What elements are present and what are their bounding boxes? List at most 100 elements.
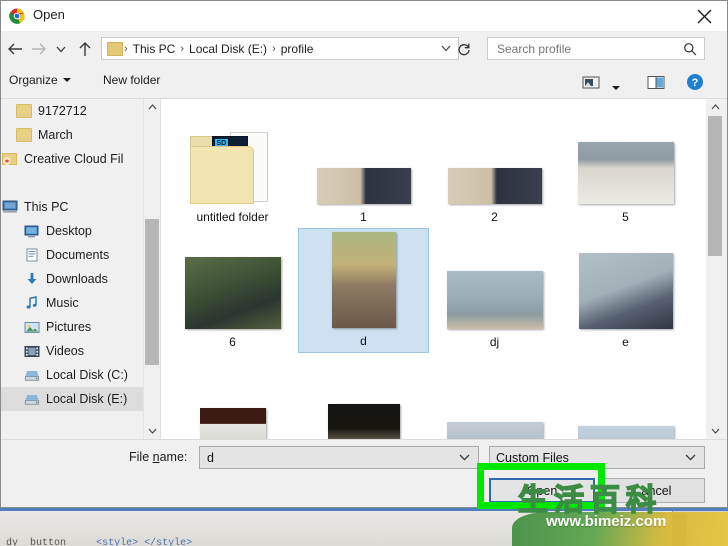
cancel-button[interactable]: Cancel bbox=[599, 478, 705, 503]
new-folder-button[interactable]: New folder bbox=[103, 73, 160, 87]
drive-icon bbox=[23, 367, 41, 383]
file-name-label: File name: bbox=[129, 450, 188, 464]
drive-icon bbox=[23, 391, 41, 407]
file-tile-label: 6 bbox=[229, 335, 236, 349]
breadcrumb[interactable]: › This PC › Local Disk (E:) › profile bbox=[101, 37, 459, 60]
refresh-icon[interactable] bbox=[453, 38, 475, 59]
cancel-button-label: Cancel bbox=[632, 483, 672, 498]
recent-locations-chevron-down-icon[interactable] bbox=[51, 39, 71, 59]
chevron-down-icon[interactable] bbox=[685, 454, 696, 461]
scroll-down-icon[interactable] bbox=[144, 423, 160, 439]
search-input[interactable] bbox=[495, 40, 677, 57]
file-tile-label: 5 bbox=[622, 210, 629, 224]
file-tile-d[interactable]: d bbox=[298, 228, 429, 353]
file-tile-1[interactable]: 1 bbox=[298, 103, 429, 228]
breadcrumb-item-profile[interactable]: profile bbox=[277, 42, 318, 56]
breadcrumb-item-this-pc[interactable]: This PC bbox=[129, 42, 180, 56]
file-name-input[interactable] bbox=[205, 449, 455, 466]
sidebar-item-music[interactable]: Music bbox=[1, 291, 143, 315]
help-icon[interactable]: ? bbox=[685, 72, 705, 92]
file-type-filter-combo[interactable]: Custom Files bbox=[489, 446, 705, 469]
thumbnail-wrap: SDPs bbox=[189, 110, 276, 204]
navigation-pane-scrollbar[interactable] bbox=[143, 99, 160, 439]
sidebar-item-label: 9172712 bbox=[38, 104, 87, 118]
sidebar-item-label: March bbox=[38, 128, 73, 142]
dialog-body: 9172712 March Creative Cloud Fil This PC… bbox=[1, 99, 727, 439]
background-code-text: dy button <style> </style> bbox=[6, 538, 193, 546]
background-editor-pane: dy button <style> </style> bbox=[0, 511, 673, 546]
file-tile-label: 2 bbox=[491, 210, 498, 224]
sidebar-item-local-disk-e[interactable]: Local Disk (E:) bbox=[1, 387, 143, 411]
sidebar-item-desktop[interactable]: Desktop bbox=[1, 219, 143, 243]
sidebar-item-label: Pictures bbox=[46, 320, 92, 334]
sidebar-item-label: Music bbox=[46, 296, 79, 310]
file-tile-dj[interactable]: dj bbox=[429, 228, 560, 353]
pictures-icon bbox=[23, 319, 41, 335]
documents-icon bbox=[23, 247, 41, 263]
folder-with-photoshop-file-icon: SDPs bbox=[189, 130, 276, 204]
scroll-thumb[interactable] bbox=[145, 219, 159, 365]
downloads-icon bbox=[23, 271, 41, 287]
search-box[interactable] bbox=[487, 37, 705, 60]
sidebar-item-label: Local Disk (C:) bbox=[46, 368, 128, 382]
file-tile-label: e bbox=[622, 335, 629, 349]
scroll-up-icon[interactable] bbox=[707, 99, 723, 115]
sidebar-item-march[interactable]: March bbox=[1, 123, 143, 147]
file-tile-label: d bbox=[360, 334, 367, 348]
window-title: Open bbox=[33, 7, 65, 22]
file-list-scrollbar[interactable] bbox=[707, 99, 723, 439]
file-tile-row3-c[interactable] bbox=[429, 353, 560, 439]
file-tile-6[interactable]: 6 bbox=[167, 228, 298, 353]
file-tile-5[interactable]: 5 bbox=[560, 103, 691, 228]
scroll-down-icon[interactable] bbox=[707, 423, 723, 439]
file-tile-label: untitled folder bbox=[196, 210, 269, 224]
thumbnail-wrap bbox=[184, 235, 281, 329]
file-tile-row3-b[interactable] bbox=[298, 353, 429, 439]
organize-button[interactable]: Organize bbox=[9, 73, 71, 87]
image-thumbnail bbox=[577, 142, 674, 204]
thumbnail-wrap bbox=[447, 110, 542, 204]
chevron-down-icon bbox=[62, 78, 71, 82]
chevron-down-icon[interactable] bbox=[459, 454, 470, 461]
image-thumbnail bbox=[446, 271, 543, 329]
sidebar-item-9172712[interactable]: 9172712 bbox=[1, 99, 143, 123]
view-options-chevron-down-icon[interactable] bbox=[606, 78, 626, 98]
image-thumbnail bbox=[184, 257, 281, 329]
file-tile-e[interactable]: e bbox=[560, 228, 691, 353]
file-tile-2[interactable]: 2 bbox=[429, 103, 560, 228]
sidebar-item-documents[interactable]: Documents bbox=[1, 243, 143, 267]
file-name-combo[interactable] bbox=[199, 446, 479, 469]
preview-pane-icon[interactable] bbox=[646, 72, 666, 92]
open-button[interactable]: Open bbox=[489, 478, 595, 503]
folder-icon bbox=[15, 127, 33, 143]
scroll-up-icon[interactable] bbox=[144, 99, 160, 115]
breadcrumb-item-local-disk-e[interactable]: Local Disk (E:) bbox=[185, 42, 271, 56]
file-list-pane[interactable]: SDPs untitled folder 1 bbox=[161, 99, 706, 439]
sidebar-item-downloads[interactable]: Downloads bbox=[1, 267, 143, 291]
folder-icon bbox=[107, 41, 123, 56]
title-bar: Open bbox=[1, 1, 727, 32]
view-options-icon[interactable] bbox=[581, 72, 601, 92]
file-tile-label: dj bbox=[489, 335, 500, 349]
background-editor-scrollbar[interactable] bbox=[674, 514, 687, 546]
thumbnail-wrap bbox=[316, 110, 411, 204]
image-thumbnail bbox=[199, 408, 266, 439]
file-tile-untitled-folder[interactable]: SDPs untitled folder bbox=[167, 103, 298, 228]
file-tile-row3-d[interactable] bbox=[560, 353, 691, 439]
sidebar-item-creative-cloud-files[interactable]: Creative Cloud Fil bbox=[1, 147, 143, 171]
sidebar-item-videos[interactable]: Videos bbox=[1, 339, 143, 363]
back-icon[interactable] bbox=[5, 39, 25, 59]
sidebar-item-label: Documents bbox=[46, 248, 110, 262]
desktop-icon bbox=[23, 223, 41, 239]
sidebar-item-label: Downloads bbox=[46, 272, 108, 286]
sidebar-item-pictures[interactable]: Pictures bbox=[1, 315, 143, 339]
sidebar-item-this-pc[interactable]: This PC bbox=[1, 195, 143, 219]
scroll-thumb[interactable] bbox=[708, 116, 722, 256]
close-button[interactable] bbox=[681, 1, 727, 31]
thumbnail-wrap bbox=[331, 232, 396, 328]
screen: dy button <style> </style> Open › This P… bbox=[0, 0, 728, 546]
sidebar-item-local-disk-c[interactable]: Local Disk (C:) bbox=[1, 363, 143, 387]
file-tile-row3-a[interactable] bbox=[167, 353, 298, 439]
up-icon[interactable] bbox=[75, 39, 95, 59]
